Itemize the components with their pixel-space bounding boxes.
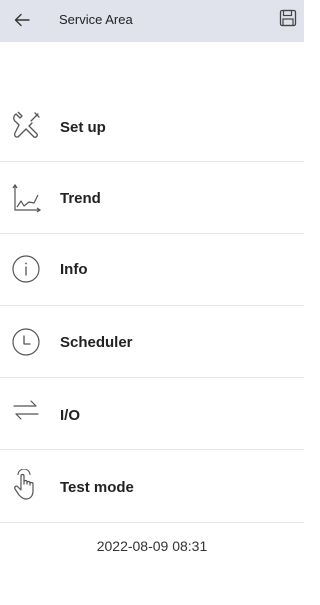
info-icon — [9, 252, 43, 286]
menu-item-setup[interactable]: Set up — [0, 90, 304, 162]
menu-item-label: Scheduler — [60, 334, 133, 351]
menu-item-io[interactable]: I/O — [0, 378, 304, 450]
hand-pointer-icon — [9, 468, 43, 502]
arrow-left-icon — [14, 13, 30, 27]
menu-item-scheduler[interactable]: Scheduler — [0, 306, 304, 378]
menu-item-label: Test mode — [60, 479, 134, 496]
service-menu: Set up Trend Info Scheduler I/O Test mod… — [0, 90, 304, 523]
tools-icon — [9, 109, 43, 143]
menu-item-label: I/O — [60, 407, 81, 424]
menu-item-label: Info — [60, 261, 88, 278]
clock-icon — [9, 325, 43, 359]
menu-item-label: Set up — [60, 119, 106, 136]
arrows-exchange-icon — [9, 393, 43, 427]
datetime-label: 2022-08-09 08:31 — [96, 538, 208, 554]
back-button[interactable] — [10, 8, 34, 32]
floppy-disk-icon — [279, 9, 297, 27]
menu-item-info[interactable]: Info — [0, 234, 304, 306]
page-title: Service Area — [59, 12, 133, 27]
save-button[interactable] — [276, 6, 300, 30]
menu-item-label: Trend — [60, 190, 101, 207]
menu-item-test-mode[interactable]: Test mode — [0, 450, 304, 523]
trend-chart-icon — [9, 181, 43, 215]
menu-item-trend[interactable]: Trend — [0, 162, 304, 234]
app-header: Service Area — [0, 0, 304, 42]
